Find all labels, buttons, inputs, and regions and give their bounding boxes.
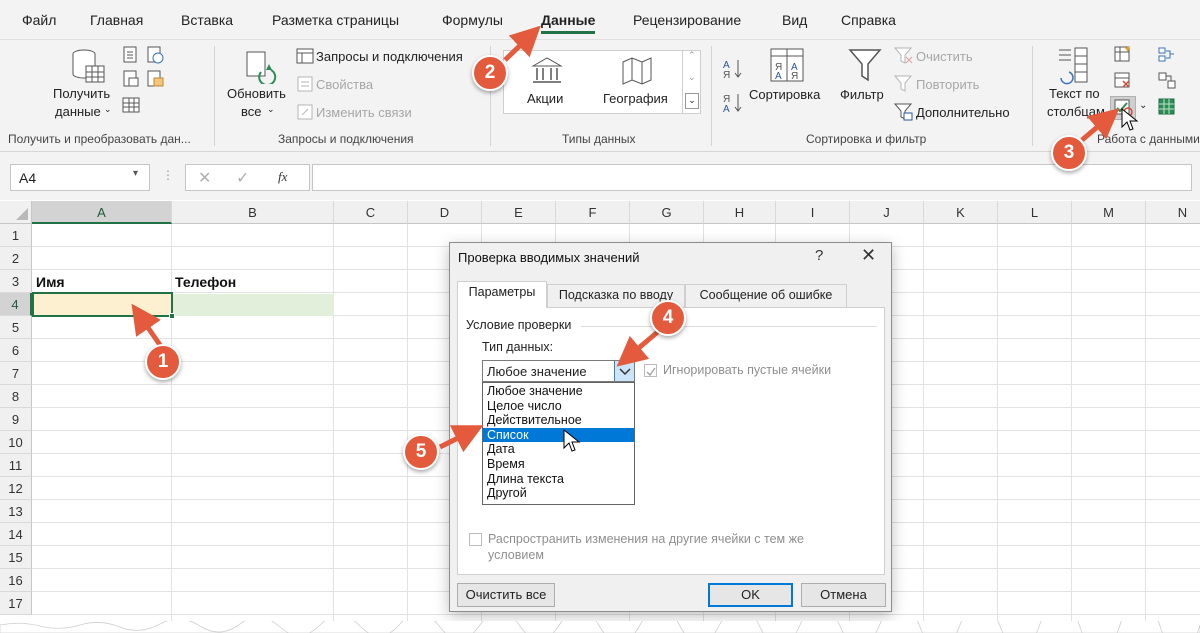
annotation-badge-1: 1 <box>145 344 181 380</box>
annotation-badge-4: 4 <box>650 300 686 336</box>
arrow-2 <box>503 25 541 62</box>
annotation-badge-2: 2 <box>472 55 508 91</box>
arrow-5 <box>438 425 484 453</box>
arrow-3 <box>1080 108 1120 142</box>
annotation-badge-3: 3 <box>1051 135 1087 171</box>
arrow-1 <box>131 303 163 347</box>
annotation-badge-5: 5 <box>403 434 439 470</box>
annotation-arrows <box>131 25 1120 453</box>
arrow-4 <box>616 328 662 367</box>
